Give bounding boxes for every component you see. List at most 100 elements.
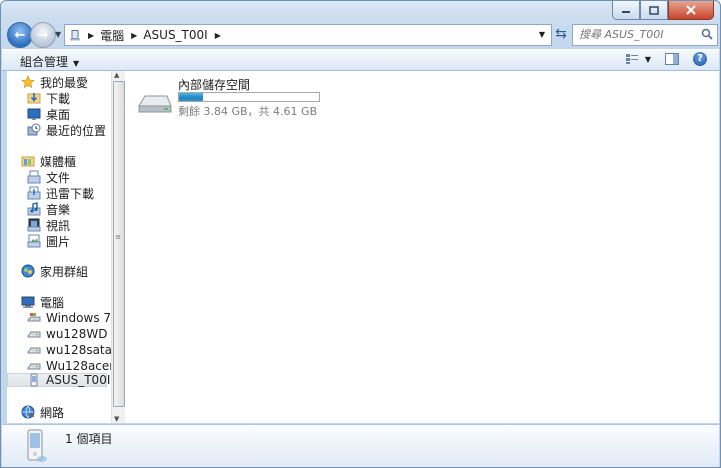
sidebar-item-label: 圖片 (46, 234, 71, 249)
forward-button[interactable]: → (30, 22, 56, 48)
refresh-button[interactable]: ⇆ (553, 26, 569, 42)
sidebar-item-drive-c[interactable]: Windows 7 (C:) (27, 310, 111, 326)
command-bar-right: ▼ ? (611, 52, 707, 66)
sidebar-item-label: 視訊 (46, 218, 71, 233)
libraries-icon (21, 156, 35, 167)
video-icon (27, 218, 41, 232)
scrollbar-thumb[interactable] (113, 81, 125, 407)
sidebar-item-label: ASUS_T00I (46, 373, 111, 387)
item-count: 1 個項目 (65, 432, 113, 446)
scrollbar-grip-icon: ≡ (115, 233, 121, 241)
close-button[interactable] (668, 1, 714, 20)
chevron-down-icon: ▼ (73, 59, 80, 68)
sidebar-item-label: 最近的位置 (46, 123, 107, 138)
sidebar-item-drive-e[interactable]: wu128WD (E:) (27, 326, 111, 342)
sidebar-item-label: Wu128acer (H:) (46, 359, 111, 373)
help-icon: ? (693, 52, 707, 66)
minimize-button[interactable] (612, 1, 640, 20)
windows-drive-icon (27, 313, 41, 322)
download-library-icon (27, 186, 41, 200)
sidebar-item-label: Windows 7 (C:) (46, 311, 111, 325)
computer-icon (21, 296, 35, 308)
back-arrow-icon: ← (14, 27, 26, 43)
breadcrumb-computer[interactable]: 電腦 (100, 27, 124, 44)
chevron-right-icon[interactable]: ▶ (88, 31, 94, 40)
navigation-pane-scrollbar[interactable]: ▲ ≡ ▼ (111, 71, 125, 423)
maximize-icon (649, 5, 659, 15)
minimize-icon (622, 11, 630, 13)
sidebar-item-libraries[interactable]: 媒體櫃 (21, 153, 76, 169)
chevron-right-icon[interactable]: ▶ (131, 31, 137, 40)
search-icon[interactable] (701, 28, 713, 40)
drive-name: 內部儲存空間 (178, 78, 251, 92)
address-row: ← → ▼ ▶ 電腦 ▶ ASUS_T00I ▶ ▼ ⇆ (5, 22, 718, 48)
chevron-right-icon[interactable]: ▶ (215, 31, 221, 40)
computer-icon (70, 29, 80, 40)
recent-places-icon (27, 123, 41, 136)
help-button[interactable]: ? (693, 52, 707, 66)
drive-free-space: 剩餘 3.84 GB，共 4.61 GB (178, 105, 318, 118)
sidebar-item-asus-device[interactable]: ASUS_T00I (7, 373, 111, 387)
explorer-window: ← → ▼ ▶ 電腦 ▶ ASUS_T00I ▶ ▼ ⇆ 組合管理 ▼ (0, 0, 721, 468)
preview-pane-icon (665, 53, 679, 65)
drive-usage-fill (179, 93, 203, 101)
music-icon (27, 202, 41, 216)
sidebar-item-thunder-downloads[interactable]: 迅雷下載 (27, 185, 94, 201)
drive-usage-bar (178, 92, 320, 102)
address-history-dropdown[interactable]: ▼ (539, 30, 545, 39)
sidebar-item-label: 桌面 (46, 107, 71, 122)
search-input[interactable] (573, 25, 695, 43)
homegroup-icon (21, 264, 35, 278)
sidebar-item-drive-g[interactable]: wu128sata (G:) (27, 342, 111, 358)
scroll-up-arrow-icon[interactable]: ▲ (114, 71, 119, 79)
hard-drive-icon (27, 331, 41, 338)
sidebar-item-documents[interactable]: 文件 (27, 169, 70, 185)
view-options-button[interactable]: ▼ (625, 53, 651, 65)
address-bar[interactable]: ▶ 電腦 ▶ ASUS_T00I ▶ ▼ (64, 24, 552, 46)
sidebar-item-recent-places[interactable]: 最近的位置 (27, 122, 106, 138)
documents-icon (27, 170, 41, 184)
star-icon (21, 75, 35, 89)
sidebar-item-drive-h[interactable]: Wu128acer (H:) (27, 358, 111, 374)
sidebar-item-label: wu128WD (E:) (46, 327, 111, 341)
sidebar-item-downloads[interactable]: 下載 (27, 90, 70, 106)
sidebar-item-label: 下載 (46, 91, 71, 106)
sidebar-item-network[interactable]: 網路 (21, 404, 64, 420)
command-bar: 組合管理 ▼ ▼ ? (2, 49, 719, 71)
sidebar-item-label: 網路 (40, 405, 65, 420)
sidebar-item-music[interactable]: 音樂 (27, 201, 70, 217)
storage-drive-icon (138, 95, 172, 113)
phone-device-icon (27, 429, 47, 462)
sidebar-item-label: wu128sata (G:) (46, 343, 111, 357)
preview-pane-button[interactable] (665, 53, 679, 65)
network-icon (21, 405, 35, 419)
caption-buttons (612, 1, 714, 20)
close-icon (686, 5, 696, 15)
sidebar-item-label: 音樂 (46, 202, 71, 217)
internal-storage-tile[interactable]: 內部儲存空間 剩餘 3.84 GB，共 4.61 GB (137, 75, 337, 118)
sidebar-item-favorites[interactable]: 我的最愛 (21, 74, 88, 90)
organize-label: 組合管理 (20, 55, 69, 69)
search-box (572, 24, 718, 46)
refresh-icon: ⇆ (555, 26, 567, 42)
maximize-button[interactable] (640, 1, 668, 20)
view-tiles-icon (625, 54, 638, 64)
download-folder-icon (27, 93, 41, 104)
breadcrumb-asus[interactable]: ASUS_T00I (143, 28, 207, 42)
sidebar-item-desktop[interactable]: 桌面 (27, 106, 70, 122)
details-pane: 1 個項目 (2, 424, 719, 467)
organize-menu[interactable]: 組合管理 ▼ (20, 53, 79, 70)
sidebar-item-pictures[interactable]: 圖片 (27, 233, 70, 249)
navigation-pane: 我的最愛 下載 桌面 最近的位置 媒體櫃 文件 迅雷下載 音樂 視訊 圖片 家用… (7, 71, 111, 423)
scroll-down-arrow-icon[interactable]: ▼ (114, 415, 119, 423)
forward-arrow-icon: → (37, 27, 49, 43)
hard-drive-icon (27, 363, 41, 370)
sidebar-item-videos[interactable]: 視訊 (27, 217, 70, 233)
sidebar-item-homegroup[interactable]: 家用群組 (21, 263, 88, 279)
hard-drive-icon (27, 347, 41, 354)
sidebar-item-label: 我的最愛 (40, 75, 89, 90)
sidebar-item-label: 媒體櫃 (40, 154, 77, 169)
chevron-down-icon: ▼ (644, 54, 651, 64)
sidebar-item-computer[interactable]: 電腦 (21, 294, 64, 310)
recent-pages-dropdown[interactable]: ▼ (55, 30, 61, 39)
